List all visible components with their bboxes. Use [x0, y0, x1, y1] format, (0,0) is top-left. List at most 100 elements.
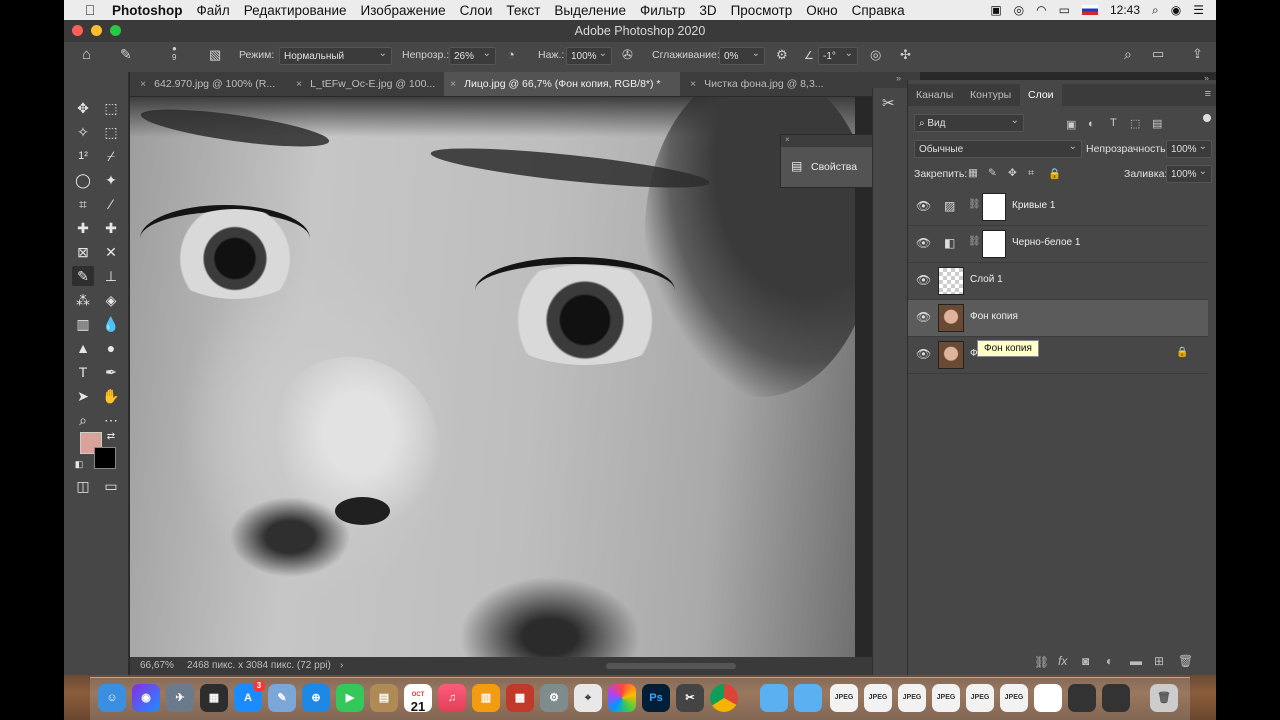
video-editor-icon[interactable]: ✂	[676, 684, 704, 712]
marquee-tool-icon[interactable]: ⬚	[100, 122, 122, 142]
tab-face-active[interactable]: × Лицо.jpg @ 66,7% (Фон копия, RGB/8*) *	[444, 72, 680, 96]
healing-brush-icon[interactable]: ✚	[72, 218, 94, 238]
tool-presets-icon[interactable]: ✂	[882, 94, 895, 112]
path-selection-icon[interactable]: ➤	[72, 386, 94, 406]
pressure-dropdown[interactable]: 100%	[566, 45, 612, 65]
chain-link-icon[interactable]: ⛓	[968, 236, 981, 247]
apple-icon[interactable]: 	[80, 2, 100, 18]
layer-row-selected[interactable]: 👁 Фон копия	[908, 300, 1208, 337]
mode-dropdown[interactable]: Нормальный	[279, 45, 392, 65]
filter-toggle[interactable]	[1203, 114, 1211, 122]
gradient-tool-icon[interactable]: ▥	[72, 314, 94, 334]
layer-style-fx-icon[interactable]: fx	[1058, 654, 1067, 668]
layer-row[interactable]: 👁 Слой 1	[908, 263, 1208, 300]
filter-adjustment-icon[interactable]: ◐	[1088, 118, 1095, 130]
layer-thumbnail[interactable]	[938, 304, 964, 332]
launchpad-icon[interactable]: ✈	[166, 684, 194, 712]
quick-selection-icon[interactable]: ✦	[100, 170, 122, 190]
zoom-level[interactable]: 66,67%	[140, 657, 174, 675]
brush-settings-icon[interactable]: ▧	[209, 47, 221, 63]
close-panel-icon[interactable]: ×	[785, 135, 790, 144]
screen-mode-icon[interactable]: ▭	[100, 476, 122, 496]
tab-paths[interactable]: Контуры	[970, 84, 1011, 106]
menu-window[interactable]: Окно	[806, 3, 837, 18]
layer-row[interactable]: 👁 ▨ ⛓ Кривые 1	[908, 189, 1208, 226]
lock-artboard-icon[interactable]: ⌗	[1028, 167, 1034, 180]
jpeg-file-icon[interactable]: JPEG	[830, 684, 858, 712]
menu-edit[interactable]: Редактирование	[244, 3, 347, 18]
art-history-brush-icon[interactable]: ⁂	[72, 290, 94, 310]
photo-canvas[interactable]	[130, 97, 855, 657]
menu-text[interactable]: Текст	[506, 3, 540, 18]
siri-dock-icon[interactable]: ◉	[132, 684, 160, 712]
red-eye-icon[interactable]: ✕	[100, 242, 122, 262]
clone-stamp-icon[interactable]: ⊥	[100, 266, 122, 286]
blur-tool-icon[interactable]: 💧	[100, 314, 122, 334]
lock-position-icon[interactable]: ✥	[1008, 167, 1017, 179]
move-tool-icon[interactable]: ✥	[72, 98, 94, 118]
jpeg-file-icon[interactable]: JPEG	[932, 684, 960, 712]
home-icon[interactable]: ⌂	[82, 46, 91, 63]
lock-all-icon[interactable]: 🔒	[1048, 167, 1061, 180]
layer-filter-dropdown[interactable]: ⌕ Вид	[914, 112, 1024, 132]
menu-filter[interactable]: Фильтр	[640, 3, 685, 18]
menu-image[interactable]: Изображение	[361, 3, 446, 18]
patch-tool-icon[interactable]: ✚	[100, 218, 122, 238]
new-adjustment-icon[interactable]: ◐	[1106, 654, 1113, 668]
tab-background-cleanup[interactable]: × Чистка фона.jpg @ 8,3...	[684, 72, 840, 96]
menu-select[interactable]: Выделение	[554, 3, 626, 18]
burn-tool-icon[interactable]: ●	[100, 338, 122, 358]
photo-booth-icon[interactable]: ▩	[506, 684, 534, 712]
delete-layer-icon[interactable]: 🗑	[1178, 654, 1193, 668]
close-tab-icon[interactable]: ×	[450, 78, 456, 90]
screenshot-icon[interactable]	[1102, 684, 1130, 712]
add-mask-icon[interactable]: ◙	[1082, 654, 1089, 668]
visibility-eye-icon[interactable]: 👁	[916, 310, 931, 324]
swap-colors-icon[interactable]: ⇄	[100, 427, 122, 447]
folder-icon[interactable]	[794, 684, 822, 712]
search-icon[interactable]: ⌕	[1124, 46, 1132, 63]
photos-icon[interactable]	[608, 684, 636, 712]
jpeg-file-icon[interactable]: JPEG	[864, 684, 892, 712]
eraser-icon[interactable]: ◈	[100, 290, 122, 310]
tab-ltefw[interactable]: × L_tEFw_Oc-E.jpg @ 100...	[290, 72, 442, 96]
pressure-size-icon[interactable]: ◎	[870, 47, 881, 63]
brush-tool-button[interactable]: ✎	[72, 266, 94, 286]
books-icon[interactable]: ▥	[472, 684, 500, 712]
contacts-icon[interactable]: ▤	[370, 684, 398, 712]
pen-tool-icon[interactable]: ✒	[100, 362, 122, 382]
status-menu-arrow[interactable]: ›	[340, 657, 343, 675]
battery-icon[interactable]: ▭	[1059, 3, 1070, 17]
facetime-icon[interactable]: ▶	[336, 684, 364, 712]
finder-icon[interactable]: ☺	[98, 684, 126, 712]
safari-icon[interactable]: ⊕	[302, 684, 330, 712]
close-tab-icon[interactable]: ×	[296, 78, 302, 90]
jpeg-file-icon[interactable]: JPEG	[966, 684, 994, 712]
brush-tool-icon[interactable]: ✎	[120, 46, 132, 63]
spotlight-search-icon[interactable]: ⌕	[1152, 3, 1159, 18]
layer-opacity-dropdown[interactable]: 100%	[1166, 138, 1212, 158]
close-tab-icon[interactable]: ×	[690, 78, 696, 90]
layer-mask-thumbnail[interactable]	[982, 230, 1006, 258]
close-window-button[interactable]	[72, 25, 83, 36]
close-tab-icon[interactable]: ×	[140, 78, 146, 90]
new-layer-icon[interactable]: ⊞	[1154, 654, 1164, 668]
trash-icon[interactable]: 🗑	[1150, 684, 1178, 712]
app-store-icon[interactable]: A3	[234, 680, 265, 712]
menu-app-photoshop[interactable]: Photoshop	[112, 3, 183, 18]
layer-row[interactable]: 👁 Фон 🔒	[908, 337, 1208, 374]
panel-menu-icon[interactable]: ≡	[1205, 88, 1211, 100]
notification-center-icon[interactable]: ☰	[1193, 3, 1204, 17]
chain-link-icon[interactable]: ⛓	[968, 199, 981, 210]
default-colors-icon[interactable]: ◧	[72, 454, 86, 474]
new-group-icon[interactable]: ▬	[1130, 654, 1142, 668]
visibility-eye-icon[interactable]: 👁	[916, 273, 931, 287]
visibility-eye-icon[interactable]: 👁	[916, 347, 931, 361]
crop-tool-icon[interactable]: ⌗	[72, 194, 94, 214]
creative-cloud-icon[interactable]: ◎	[1014, 3, 1024, 17]
calendar-icon[interactable]: OCT 21	[404, 684, 432, 713]
screenshot-icon[interactable]	[1068, 684, 1096, 712]
lasso-tool-icon[interactable]: ◯	[72, 170, 94, 190]
folder-icon[interactable]	[760, 684, 788, 712]
menu-view[interactable]: Просмотр	[731, 3, 793, 18]
